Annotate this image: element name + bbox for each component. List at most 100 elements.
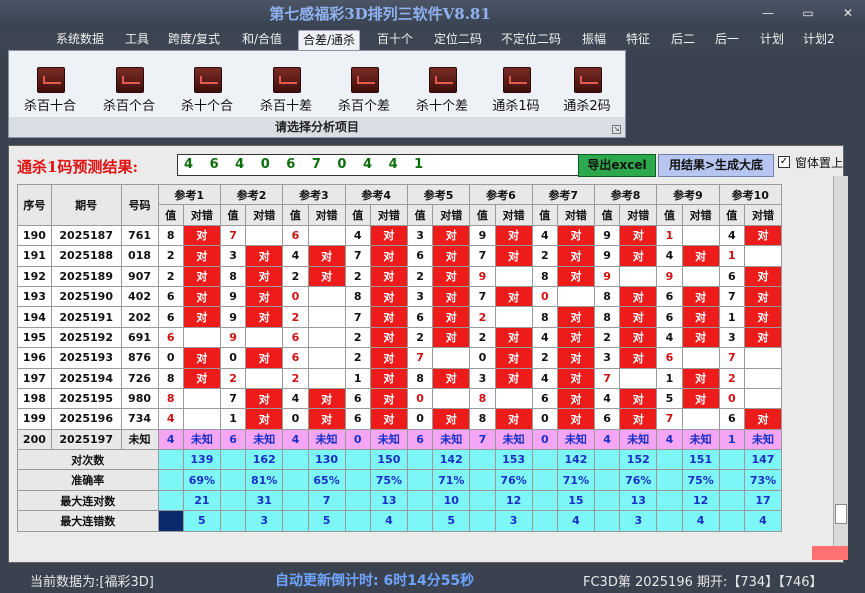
summary-spacer — [344, 510, 371, 532]
cell-value: 7 — [656, 408, 683, 430]
cell-result: 对 — [307, 265, 346, 287]
summary-spacer — [718, 489, 745, 512]
cell-result: 对 — [494, 285, 533, 308]
summary-spacer — [593, 469, 621, 491]
dialog-launcher-icon[interactable]: ↘ — [612, 125, 621, 134]
summary-value: 75% — [681, 469, 720, 491]
ribbon-button-kill-ten-unit-sum[interactable]: 杀十个合 — [170, 65, 244, 115]
header-result: 对错 — [619, 204, 658, 226]
cell-value: 8 — [157, 367, 184, 389]
chart-icon — [351, 67, 379, 93]
cell-value: 7 — [593, 367, 621, 389]
cell-result: 对 — [307, 245, 346, 267]
menu-item-plan2[interactable]: 计划2 — [799, 30, 839, 50]
menu-item-plan[interactable]: 计划 — [756, 30, 788, 50]
summary-spacer — [157, 489, 184, 512]
minimize-button[interactable]: — — [755, 4, 781, 22]
ribbon-button-kill-one-code[interactable]: 通杀1码 — [479, 65, 553, 115]
menu-item-tools[interactable]: 工具 — [121, 30, 153, 50]
close-button[interactable]: ✕ — [835, 4, 861, 22]
table-row[interactable]: 191 2025188 018 2 对 3 对 4 对 7 对 6 对 7 对 2 对 9 对 4 对 1 — [17, 245, 783, 267]
ribbon-button-kill-hundred-unit-diff[interactable]: 杀百个差 — [327, 65, 401, 115]
menu-item-digits[interactable]: 百十个 — [373, 30, 417, 50]
summary-spacer — [656, 510, 683, 532]
maximize-button[interactable]: ▭ — [795, 4, 821, 22]
cell-value: 3 — [219, 245, 247, 267]
cell-result: 对 — [245, 306, 284, 328]
pending-result: 未知 — [369, 428, 408, 451]
header-value: 值 — [593, 204, 621, 226]
summary-value: 162 — [245, 449, 284, 471]
row-issue: 2025189 — [50, 265, 122, 287]
cell-result — [182, 387, 221, 410]
table-row[interactable]: 194 2025191 202 6 对 9 对 2 7 对 6 对 2 8 对 8 对 6 对 1 对 — [17, 306, 783, 328]
cell-result: 对 — [369, 326, 408, 349]
prediction-value[interactable]: 4 6 4 0 6 7 0 4 4 1 — [177, 154, 582, 176]
summary-spacer — [344, 489, 371, 512]
table-row[interactable]: 190 2025187 761 8 对 7 6 4 对 3 对 9 对 4 对 9 对 1 4 对 — [17, 224, 783, 247]
menu-item-diff-kill[interactable]: 合差/通杀 — [298, 30, 361, 50]
scrollbar-thumb[interactable] — [835, 504, 847, 524]
cell-value: 9 — [219, 285, 247, 308]
cell-value: 7 — [469, 245, 496, 267]
menu-item-amplitude[interactable]: 振幅 — [578, 30, 610, 50]
summary-value: 15 — [556, 489, 595, 512]
row-issue: 2025196 — [50, 408, 122, 430]
generate-base-button[interactable]: 用结果>生成大底 — [658, 154, 774, 177]
table-row[interactable]: 198 2025195 980 8 7 对 4 对 6 对 0 8 6 对 4 对 5 对 0 — [17, 387, 783, 410]
table-row[interactable]: 197 2025194 726 8 对 2 2 1 对 8 对 3 对 4 对 7 1 对 2 — [17, 367, 783, 389]
cell-result: 对 — [681, 367, 720, 389]
cell-value: 9 — [469, 265, 496, 287]
menu-item-last-two[interactable]: 后二 — [667, 30, 699, 50]
ribbon-button-kill-two-code[interactable]: 通杀2码 — [550, 65, 624, 115]
cell-value: 6 — [656, 306, 683, 328]
ribbon-button-kill-hundred-ten-diff[interactable]: 杀百十差 — [249, 65, 323, 115]
header-ref: 参考6 — [469, 183, 533, 206]
cell-result: 对 — [182, 285, 221, 308]
cell-result: 对 — [369, 408, 408, 430]
menu-item-span[interactable]: 跨度/复式 — [164, 30, 224, 50]
export-excel-button[interactable]: 导出excel — [578, 154, 656, 177]
pending-row[interactable]: 200 2025197 未知 4 未知 6 未知 4 未知 0 未知 6 未知 7 未知 0 未知 4 未知 4 未知 1… — [17, 428, 783, 451]
table-row[interactable]: 192 2025189 907 2 对 8 对 2 对 2 对 2 对 9 8 对 9 9 6 对 — [17, 265, 783, 287]
row-seq: 190 — [17, 224, 52, 247]
cell-value: 4 — [656, 245, 683, 267]
table-row[interactable]: 193 2025190 402 6 对 9 对 0 8 对 3 对 7 对 0 8 对 6 对 7 对 — [17, 285, 783, 308]
menu-item-system-data[interactable]: 系统数据 — [52, 30, 108, 50]
ribbon-button-kill-ten-unit-diff[interactable]: 杀十个差 — [405, 65, 479, 115]
row-code: 734 — [120, 408, 159, 430]
cell-value: 2 — [344, 347, 371, 369]
menu-item-unfixed-two[interactable]: 不定位二码 — [497, 30, 565, 50]
summary-label: 最大连错数 — [17, 510, 159, 532]
cell-result: 对 — [494, 224, 533, 247]
ribbon-button-kill-hundred-ten-sum[interactable]: 杀百十合 — [13, 65, 87, 115]
cell-value: 6 — [531, 387, 558, 410]
ribbon-caption: 请选择分析项目 — [9, 117, 625, 137]
menu-item-feature[interactable]: 特征 — [622, 30, 654, 50]
cell-value: 0 — [282, 285, 309, 308]
cell-result: 对 — [245, 347, 284, 369]
table-row[interactable]: 195 2025192 691 6 9 6 2 对 2 对 2 对 4 对 2 对 4 对 3 对 — [17, 326, 783, 349]
row-code: 726 — [120, 367, 159, 389]
menu-item-fixed-two[interactable]: 定位二码 — [430, 30, 486, 50]
summary-spacer — [531, 449, 558, 471]
summary-value: 5 — [307, 510, 346, 532]
table-row[interactable]: 196 2025193 876 0 对 0 对 6 2 对 7 0 对 2 对 3 对 6 7 — [17, 347, 783, 369]
vertical-scrollbar[interactable] — [833, 176, 848, 552]
table-row[interactable]: 199 2025196 734 4 1 对 0 对 6 对 0 对 8 对 0 对 6 对 7 6 对 — [17, 408, 783, 430]
ribbon-button-kill-hundred-unit-sum[interactable]: 杀百个合 — [92, 65, 166, 115]
cell-value: 7 — [344, 306, 371, 328]
summary-spacer — [282, 489, 309, 512]
row-seq: 199 — [17, 408, 52, 430]
cell-result: 对 — [245, 285, 284, 308]
menu-item-sum[interactable]: 和/合值 — [238, 30, 286, 50]
cell-result: 对 — [369, 265, 408, 287]
cell-value: 9 — [656, 265, 683, 287]
summary-value: 69% — [182, 469, 221, 491]
menu-item-last-one[interactable]: 后一 — [711, 30, 743, 50]
header-ref: 参考7 — [531, 183, 595, 206]
summary-value: 4 — [556, 510, 595, 532]
stay-on-top-checkbox[interactable]: ✓ — [778, 156, 790, 168]
cell-value: 7 — [718, 285, 745, 308]
chart-icon — [194, 67, 222, 93]
